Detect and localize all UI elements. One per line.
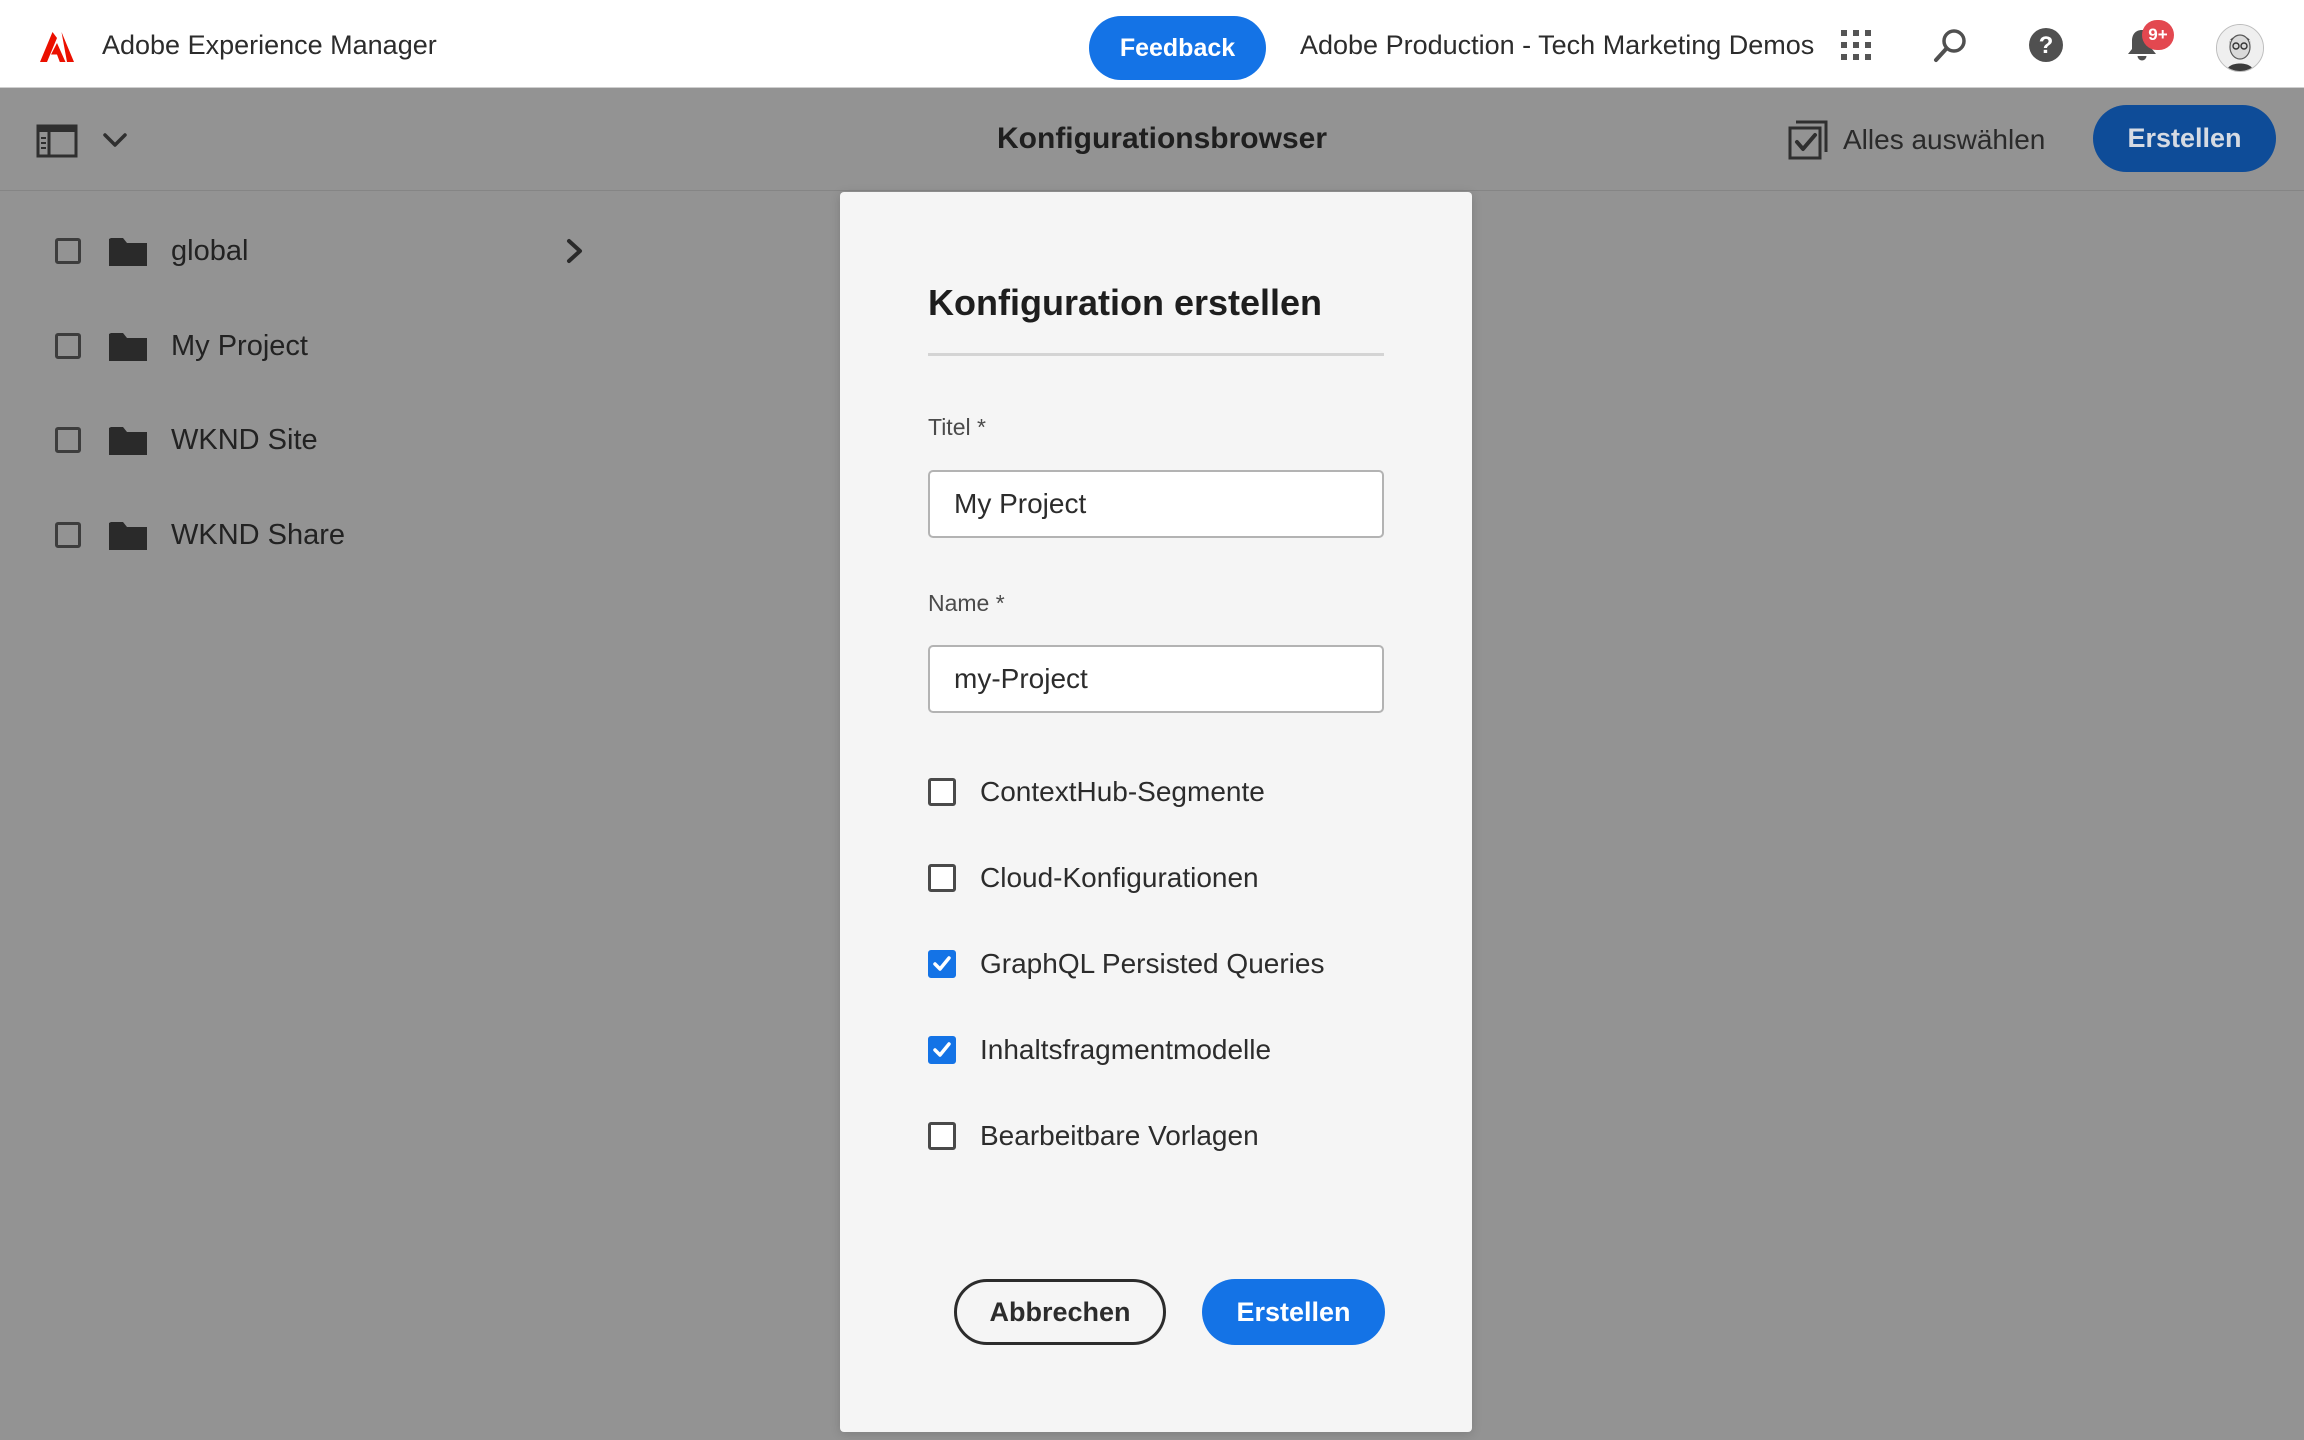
list-item[interactable]: My Project (0, 313, 620, 383)
option-cloud-configurations[interactable]: Cloud-Konfigurationen (928, 860, 1388, 900)
name-field-label: Name * (928, 590, 1005, 616)
row-checkbox[interactable] (55, 238, 81, 264)
folder-icon (109, 333, 147, 361)
checkbox[interactable] (928, 1122, 956, 1150)
folder-icon (109, 427, 147, 455)
list-item-label: My Project (171, 330, 308, 362)
top-header: Adobe Experience Manager Feedback Adobe … (0, 0, 2304, 88)
checkmark-icon (933, 1042, 951, 1057)
checkbox-checked[interactable] (928, 1036, 956, 1064)
action-bar: Konfigurationsbrowser Alles auswählen Er… (0, 88, 2304, 191)
select-all-icon[interactable] (1788, 120, 1828, 160)
list-item[interactable]: WKND Share (0, 502, 620, 572)
notification-badge: 9+ (2142, 20, 2174, 50)
option-label: GraphQL Persisted Queries (980, 948, 1325, 979)
row-checkbox[interactable] (55, 333, 81, 359)
create-configuration-dialog: Konfiguration erstellen Titel * Name * C… (840, 192, 1472, 1432)
svg-text:?: ? (2039, 32, 2054, 59)
option-label: ContextHub-Segmente (980, 776, 1265, 807)
checkbox-checked[interactable] (928, 950, 956, 978)
checkmark-icon (933, 956, 951, 971)
option-label: Bearbeitbare Vorlagen (980, 1120, 1259, 1151)
option-graphql-persisted-queries[interactable]: GraphQL Persisted Queries (928, 946, 1388, 986)
title-field-label: Titel * (928, 414, 986, 440)
avatar[interactable] (2216, 24, 2264, 72)
create-button[interactable]: Erstellen (2093, 105, 2276, 172)
chevron-down-icon[interactable] (100, 128, 130, 152)
option-content-fragment-models[interactable]: Inhaltsfragmentmodelle (928, 1032, 1388, 1072)
option-editable-templates[interactable]: Bearbeitbare Vorlagen (928, 1118, 1388, 1158)
rail-toggle-icon[interactable] (36, 124, 78, 158)
row-checkbox[interactable] (55, 522, 81, 548)
select-all-label[interactable]: Alles auswählen (1843, 124, 2045, 156)
app-title[interactable]: Adobe Experience Manager (102, 30, 437, 61)
name-input[interactable] (928, 645, 1384, 713)
dialog-title: Konfiguration erstellen (928, 282, 1323, 323)
folder-icon (109, 238, 147, 266)
feedback-button[interactable]: Feedback (1089, 16, 1266, 80)
list-item-label: global (171, 235, 249, 267)
adobe-logo[interactable] (40, 32, 74, 62)
page-title: Konfigurationsbrowser (997, 122, 1328, 155)
list-item[interactable]: global (0, 218, 620, 288)
checkbox[interactable] (928, 864, 956, 892)
list-item[interactable]: WKND Site (0, 407, 620, 477)
checkbox[interactable] (928, 778, 956, 806)
dialog-divider (928, 353, 1384, 356)
search-icon[interactable] (1932, 26, 1970, 64)
list-item-label: WKND Site (171, 424, 318, 456)
chevron-right-icon[interactable] (562, 236, 588, 266)
option-label: Cloud-Konfigurationen (980, 862, 1259, 893)
list-item-label: WKND Share (171, 519, 346, 551)
title-input[interactable] (928, 470, 1384, 538)
option-contexthub-segments[interactable]: ContextHub-Segmente (928, 774, 1388, 814)
help-icon[interactable]: ? (2027, 26, 2065, 64)
option-label: Inhaltsfragmentmodelle (980, 1034, 1272, 1065)
folder-icon (109, 522, 147, 550)
dialog-create-button[interactable]: Erstellen (1202, 1279, 1385, 1345)
apps-grid-icon[interactable] (1837, 26, 1875, 64)
row-checkbox[interactable] (55, 427, 81, 453)
org-switcher[interactable]: Adobe Production - Tech Marketing Demos (1300, 30, 1814, 61)
cancel-button[interactable]: Abbrechen (954, 1279, 1166, 1345)
